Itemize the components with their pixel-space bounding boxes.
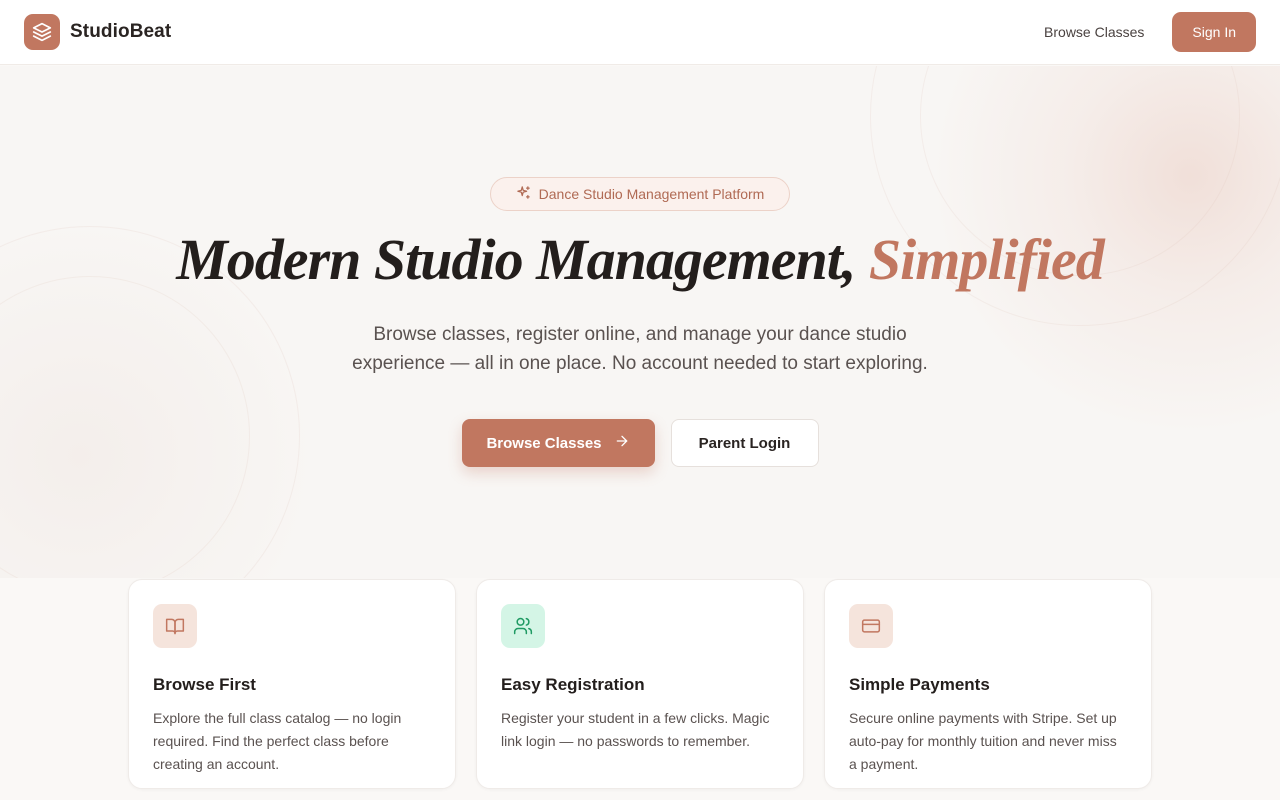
hero-title-accent: Simplified: [868, 227, 1105, 292]
feature-card-browse-first: Browse First Explore the full class cata…: [128, 579, 456, 789]
layers-icon: [24, 14, 60, 50]
hero-subtitle: Browse classes, register online, and man…: [352, 324, 928, 374]
nav-browse-classes-link[interactable]: Browse Classes: [1044, 24, 1144, 40]
browse-classes-button[interactable]: Browse Classes: [461, 419, 655, 467]
book-open-icon: [153, 604, 197, 648]
brand[interactable]: StudioBeat: [24, 14, 171, 50]
feature-description: Secure online payments with Stripe. Set …: [849, 710, 1117, 772]
sparkles-icon: [516, 185, 531, 203]
browse-classes-label: Browse Classes: [486, 434, 602, 452]
nav-links: Browse Classes Sign In: [1044, 12, 1256, 52]
hero-actions: Browse Classes Parent Login: [0, 419, 1280, 467]
feature-cards: Browse First Explore the full class cata…: [128, 579, 1152, 789]
hero-title: Modern Studio Management, Simplified: [0, 226, 1280, 293]
platform-badge: Dance Studio Management Platform: [490, 177, 790, 211]
feature-card-simple-payments: Simple Payments Secure online payments w…: [824, 579, 1152, 789]
feature-description: Explore the full class catalog — no logi…: [153, 710, 402, 772]
feature-title: Easy Registration: [501, 675, 645, 694]
arrow-right-icon: [614, 433, 630, 453]
parent-login-button[interactable]: Parent Login: [670, 419, 819, 467]
top-nav: StudioBeat Browse Classes Sign In: [0, 0, 1280, 65]
feature-card-easy-registration: Easy Registration Register your student …: [476, 579, 804, 789]
feature-title: Simple Payments: [849, 675, 990, 694]
hero-section: Dance Studio Management Platform Modern …: [0, 66, 1280, 578]
sign-in-button[interactable]: Sign In: [1172, 12, 1256, 52]
users-icon: [501, 604, 545, 648]
feature-description: Register your student in a few clicks. M…: [501, 710, 770, 749]
hero-title-main: Modern Studio Management,: [176, 227, 856, 292]
credit-card-icon: [849, 604, 893, 648]
brand-name: StudioBeat: [70, 21, 172, 42]
badge-label: Dance Studio Management Platform: [538, 186, 765, 202]
feature-title: Browse First: [153, 675, 256, 694]
